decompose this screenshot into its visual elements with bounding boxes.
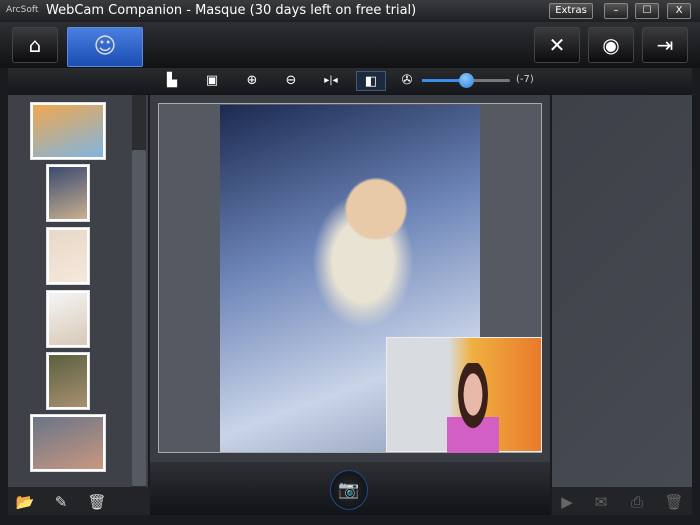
picture-in-picture-icon[interactable]: ◧	[356, 71, 386, 91]
frame-icon[interactable]: ▣	[201, 71, 223, 91]
edit-toolbar	[8, 68, 692, 95]
right-panel	[552, 95, 692, 487]
maximize-button[interactable]: ☐	[635, 3, 659, 19]
webcam-overlay[interactable]	[386, 337, 542, 453]
thumbnail-image	[49, 230, 87, 282]
open-folder-icon[interactable]: 📂	[15, 492, 35, 512]
scrollbar-thumb[interactable]	[132, 150, 146, 486]
close-button[interactable]: X	[667, 3, 691, 19]
thumbnail[interactable]	[46, 290, 90, 348]
webcam-icon: ◉	[602, 33, 620, 57]
edit-icon[interactable]: ✎	[51, 492, 71, 512]
slider-knob[interactable]	[459, 73, 474, 88]
thumbnail[interactable]	[30, 414, 106, 472]
masque-button[interactable]: ☺	[67, 27, 143, 67]
webcam-button[interactable]: ◉	[588, 27, 634, 63]
zoom-in-icon[interactable]: ⊕	[241, 71, 263, 91]
thumbnail-image	[33, 417, 103, 469]
thumbnail[interactable]	[46, 227, 90, 285]
minimize-button[interactable]: –	[604, 3, 628, 19]
capture-button[interactable]: 📷	[330, 470, 368, 510]
brand-label: ArcSoft	[6, 5, 39, 15]
trash-icon[interactable]: 🗑	[87, 492, 107, 512]
camera-icon: 📷	[338, 480, 360, 500]
home-button[interactable]: ⌂	[12, 27, 58, 63]
slider-value: (-7)	[516, 74, 534, 85]
thumbnail[interactable]	[46, 352, 90, 410]
zoom-out-icon[interactable]: ⊖	[280, 71, 302, 91]
mirror-icon[interactable]: ▸|◂	[317, 71, 345, 91]
masque-icon: ☺	[93, 34, 117, 59]
email-icon[interactable]: ✉	[591, 492, 611, 512]
export-button[interactable]: ⇥	[642, 27, 688, 63]
print-icon[interactable]: ⎙	[627, 492, 647, 512]
thumbnail[interactable]	[30, 102, 106, 160]
thumbnail[interactable]	[46, 164, 90, 222]
delete-icon[interactable]: 🗑	[664, 492, 684, 512]
settings-button[interactable]: ✕	[534, 27, 580, 63]
home-icon: ⌂	[28, 33, 42, 57]
extras-button[interactable]: Extras	[549, 3, 593, 19]
window-title: WebCam Companion - Masque (30 days left …	[46, 3, 417, 18]
thumbnail-image	[49, 293, 87, 345]
face-mask-icon[interactable]: ▙	[161, 71, 183, 91]
tools-icon: ✕	[548, 33, 566, 57]
thumbnail-image	[33, 105, 103, 157]
thumbnail-image	[49, 355, 87, 407]
webcam-face	[447, 363, 499, 453]
slideshow-icon[interactable]: ▶	[557, 492, 577, 512]
preview-frame	[158, 103, 542, 453]
thumbnail-image	[49, 167, 87, 219]
effect-slider[interactable]	[422, 73, 510, 88]
export-icon: ⇥	[656, 33, 674, 57]
effect-reel-icon[interactable]: ✇	[396, 71, 418, 91]
